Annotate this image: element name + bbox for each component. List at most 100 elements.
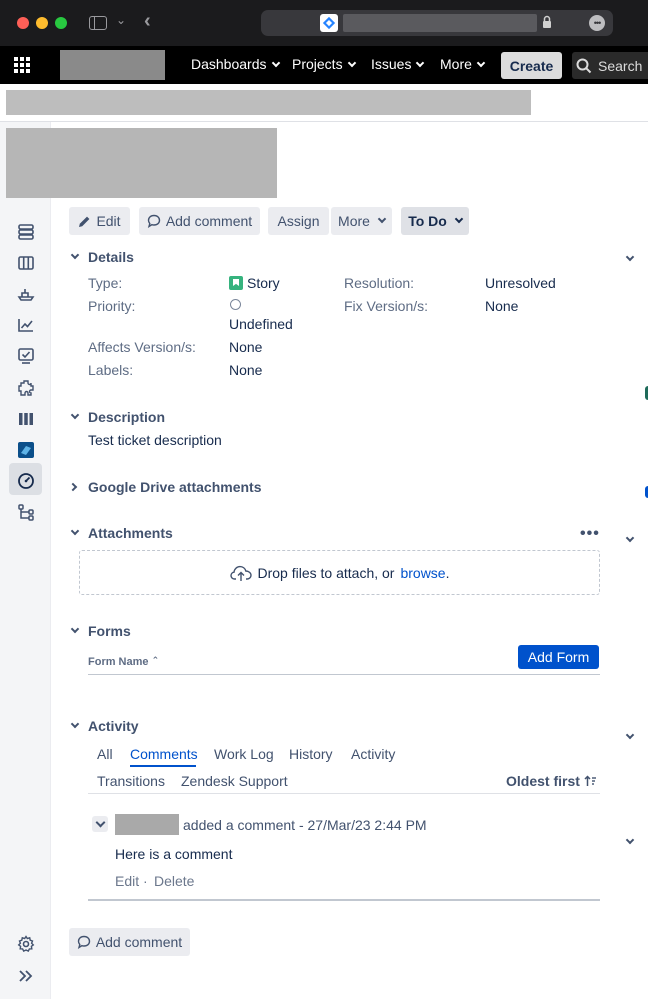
add-comment-button[interactable]: Add comment xyxy=(139,207,260,235)
sidebar-toggle-icon[interactable] xyxy=(89,16,107,30)
jira-favicon-icon xyxy=(320,14,338,32)
affects-version-value[interactable]: None xyxy=(229,339,262,355)
attachments-section-toggle[interactable]: Attachments xyxy=(69,525,173,541)
window-close-button[interactable] xyxy=(17,17,29,29)
labels-label: Labels: xyxy=(88,362,134,378)
address-bar[interactable]: ••• xyxy=(261,10,613,36)
activity-section-toggle[interactable]: Activity xyxy=(69,718,139,734)
dates-section-chevron-icon[interactable] xyxy=(625,533,635,543)
dropzone-period: . xyxy=(445,564,450,581)
add-form-button[interactable]: Add Form xyxy=(518,645,599,669)
nav-issues[interactable]: Issues xyxy=(371,56,425,72)
sort-ascending-icon: ⌃ xyxy=(151,655,160,665)
components-icon[interactable] xyxy=(16,409,36,429)
activity-tabs-divider xyxy=(88,793,600,794)
settings-icon[interactable] xyxy=(16,934,36,954)
tab-transitions[interactable]: Transitions xyxy=(97,773,165,789)
priority-label: Priority: xyxy=(88,298,136,314)
comment-icon xyxy=(147,214,161,228)
releases-icon[interactable] xyxy=(16,284,36,304)
chevron-down-icon xyxy=(70,410,80,420)
nav-issues-label: Issues xyxy=(371,56,412,72)
nav-more[interactable]: More xyxy=(440,56,486,72)
back-arrow-icon[interactable]: ‹ xyxy=(144,10,151,33)
comment-author-redacted[interactable] xyxy=(115,814,179,835)
add-ons-icon[interactable] xyxy=(16,378,36,398)
lock-icon xyxy=(543,15,551,28)
search-input[interactable]: Search xyxy=(572,52,648,79)
labels-value[interactable]: None xyxy=(229,362,262,378)
description-text[interactable]: Test ticket description xyxy=(88,432,222,448)
top-navigation: Dashboards Projects Issues More Create S… xyxy=(0,46,648,84)
comment-edit-link[interactable]: Edit xyxy=(115,873,139,889)
edit-button[interactable]: Edit xyxy=(69,207,130,235)
footer-add-comment-button[interactable]: Add comment xyxy=(69,928,190,956)
issues-icon[interactable] xyxy=(16,346,36,366)
browser-titlebar: ⌄ ‹ ••• xyxy=(0,0,648,46)
create-button[interactable]: Create xyxy=(501,52,562,79)
more-actions-button[interactable]: More xyxy=(331,207,392,235)
breadcrumb[interactable] xyxy=(6,90,531,115)
priority-value[interactable]: Undefined xyxy=(229,316,293,332)
site-logo-redacted[interactable] xyxy=(60,50,165,80)
details-section-toggle[interactable]: Details xyxy=(69,249,134,265)
comment-delete-link[interactable]: Delete xyxy=(154,873,194,889)
fix-version-label: Fix Version/s: xyxy=(344,298,429,314)
forms-section-toggle[interactable]: Forms xyxy=(69,623,131,639)
activity-heading: Activity xyxy=(88,718,139,734)
sort-order-toggle[interactable]: Oldest first xyxy=(506,773,597,789)
hierarchy-icon[interactable] xyxy=(16,502,36,522)
forms-heading: Forms xyxy=(88,623,131,639)
form-name-label: Form Name xyxy=(88,656,149,668)
assign-button[interactable]: Assign xyxy=(268,207,329,235)
nav-more-label: More xyxy=(440,56,472,72)
type-label: Type: xyxy=(88,275,123,291)
tab-work-log[interactable]: Work Log xyxy=(214,746,274,762)
chevron-down-icon[interactable]: ⌄ xyxy=(116,13,126,27)
tab-all[interactable]: All xyxy=(97,746,113,762)
tab-zendesk-support[interactable]: Zendesk Support xyxy=(181,773,288,789)
chevron-down-icon xyxy=(70,250,80,260)
type-value[interactable]: Story xyxy=(229,275,280,291)
footer-add-comment-label: Add comment xyxy=(95,934,183,950)
dropzone-text: Drop files to attach, or xyxy=(257,564,395,581)
comment-divider xyxy=(88,899,600,901)
chevron-down-icon xyxy=(271,58,280,68)
browse-link[interactable]: browse xyxy=(400,565,445,581)
nav-projects[interactable]: Projects xyxy=(292,56,356,72)
expand-icon[interactable] xyxy=(16,966,36,986)
gdrive-section-toggle[interactable]: Google Drive attachments xyxy=(68,479,262,495)
board-icon[interactable] xyxy=(16,253,36,273)
agile-section-chevron-icon[interactable] xyxy=(625,835,635,845)
chevron-down-icon xyxy=(416,58,425,68)
fix-version-value[interactable]: None xyxy=(485,298,518,314)
chevron-down-icon xyxy=(70,526,80,536)
tab-activity[interactable]: Activity xyxy=(351,746,395,762)
attachments-options-icon[interactable]: ••• xyxy=(580,525,600,543)
pencil-icon xyxy=(79,216,90,227)
dashboard-gauge-icon[interactable] xyxy=(16,471,36,491)
tab-history[interactable]: History xyxy=(289,746,333,762)
form-name-column-header[interactable]: Form Name ⌃ xyxy=(88,655,160,668)
sort-order-label: Oldest first xyxy=(506,773,580,789)
type-value-text: Story xyxy=(247,275,280,291)
backlog-icon[interactable] xyxy=(16,222,36,242)
nav-dashboards[interactable]: Dashboards xyxy=(191,56,280,72)
description-section-toggle[interactable]: Description xyxy=(69,409,165,425)
window-zoom-button[interactable] xyxy=(55,17,67,29)
tab-comments[interactable]: Comments xyxy=(130,746,198,762)
app-icon[interactable] xyxy=(16,440,36,460)
attachment-dropzone[interactable]: Drop files to attach, or browse. xyxy=(79,550,600,595)
more-icon[interactable]: ••• xyxy=(589,15,605,31)
people-section-chevron-icon[interactable] xyxy=(625,252,635,262)
details-heading: Details xyxy=(88,249,134,265)
zendesk-section-chevron-icon[interactable] xyxy=(625,730,635,740)
app-switcher-icon[interactable] xyxy=(14,57,30,73)
reports-icon[interactable] xyxy=(16,315,36,335)
comment-collapse-toggle[interactable] xyxy=(92,816,108,832)
status-button[interactable]: To Do xyxy=(401,207,469,235)
window-minimize-button[interactable] xyxy=(36,17,48,29)
resolution-value: Unresolved xyxy=(485,275,556,291)
project-sidebar xyxy=(0,122,51,999)
active-tab-indicator xyxy=(130,765,196,767)
